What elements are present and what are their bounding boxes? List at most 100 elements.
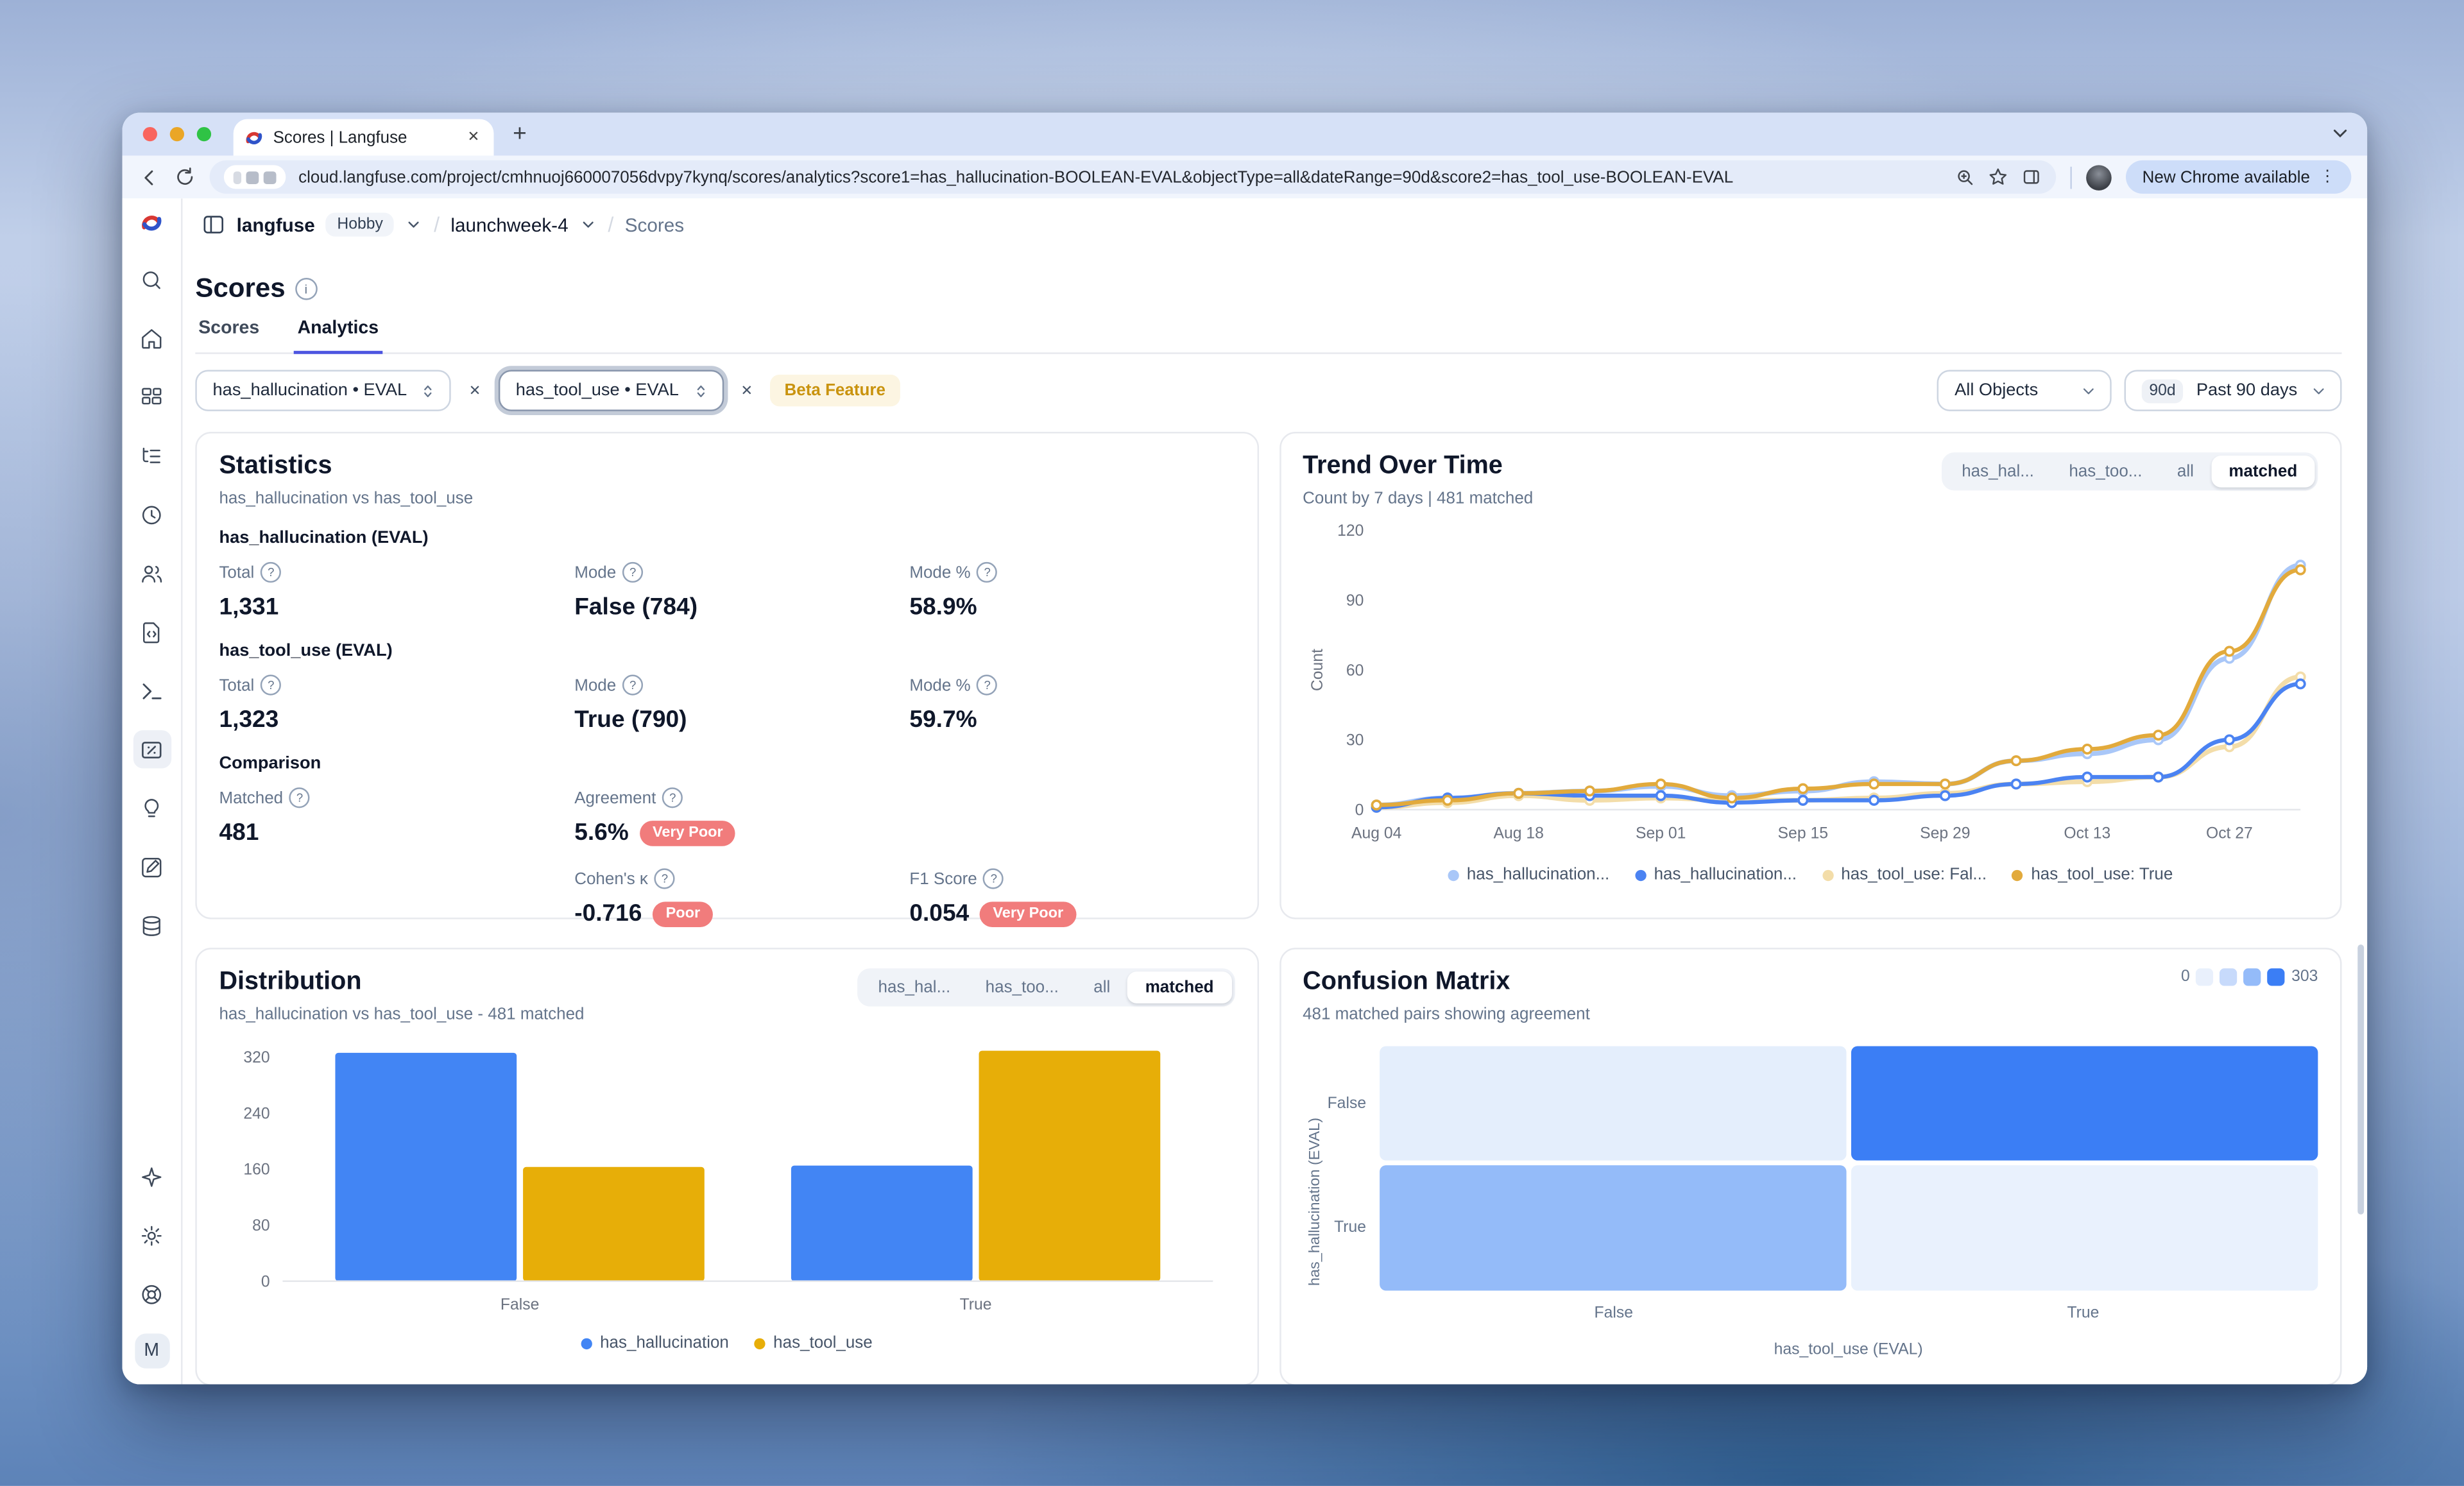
- segment-all[interactable]: all: [1076, 971, 1127, 1003]
- help-icon[interactable]: ?: [977, 562, 998, 583]
- sidebar-item-support[interactable]: [133, 1275, 171, 1313]
- profile-avatar[interactable]: [2087, 164, 2112, 190]
- tab-scores[interactable]: Scores: [195, 319, 262, 352]
- bookmark-star-icon[interactable]: [1989, 167, 2009, 187]
- legend-item[interactable]: has_hallucination...: [1448, 865, 1609, 884]
- help-icon[interactable]: ?: [261, 562, 281, 583]
- sidebar-item-evals[interactable]: [133, 789, 171, 827]
- stat-section-comparison: Comparison Matched? 481 Agreement? 5.6%V…: [219, 754, 1234, 927]
- minimize-window-button[interactable]: [170, 127, 184, 141]
- remove-score2-button[interactable]: ✕: [736, 382, 758, 399]
- tab-group-chip[interactable]: [224, 165, 286, 189]
- confusion-cell-false-true[interactable]: [1851, 1046, 2318, 1161]
- user-avatar[interactable]: M: [134, 1333, 169, 1368]
- org-chevron-icon[interactable]: [406, 216, 423, 233]
- sidebar-item-tracing[interactable]: [133, 436, 171, 474]
- date-range-select[interactable]: 90d Past 90 days: [2124, 370, 2342, 411]
- svg-text:Sep 15: Sep 15: [1777, 824, 1827, 842]
- app-sidebar: M: [123, 198, 183, 1384]
- browser-tab[interactable]: Scores | Langfuse ✕: [234, 119, 494, 156]
- rating-badge: Very Poor: [640, 820, 735, 846]
- sidebar-item-datasets[interactable]: [133, 907, 171, 944]
- object-type-select[interactable]: All Objects: [1937, 370, 2111, 411]
- legend-item[interactable]: has_hallucination...: [1635, 865, 1797, 884]
- remove-score1-button[interactable]: ✕: [464, 382, 486, 399]
- row-label-true: True: [1326, 1165, 1379, 1290]
- legend-item[interactable]: has_tool_use: Fal...: [1822, 865, 1987, 884]
- help-icon[interactable]: ?: [654, 868, 675, 889]
- close-window-button[interactable]: [143, 127, 157, 141]
- maximize-window-button[interactable]: [197, 127, 211, 141]
- sidebar-item-playground[interactable]: [133, 672, 171, 710]
- segment-all[interactable]: all: [2160, 456, 2211, 487]
- confusion-subtitle: 481 matched pairs showing agreement: [1303, 1005, 1590, 1024]
- tab-search-chevron-icon[interactable]: [2329, 123, 2352, 145]
- confusion-cell-false-false[interactable]: [1379, 1046, 1846, 1161]
- sidebar-item-sessions[interactable]: [133, 495, 171, 533]
- url-text[interactable]: cloud.langfuse.com/project/cmhnuoj660007…: [298, 167, 1944, 187]
- confusion-cell-true-false[interactable]: [1379, 1165, 1846, 1290]
- confusion-cell-true-true[interactable]: [1851, 1165, 2318, 1290]
- sidebar-item-settings[interactable]: [133, 1216, 171, 1254]
- beta-feature-badge: Beta Feature: [770, 375, 900, 406]
- segment-matched[interactable]: matched: [1127, 971, 1231, 1003]
- segment-has-too[interactable]: has_too...: [968, 971, 1076, 1003]
- sidebar-item-scores[interactable]: [133, 730, 171, 768]
- address-bar[interactable]: cloud.langfuse.com/project/cmhnuoj660007…: [210, 160, 2057, 194]
- help-icon[interactable]: ?: [984, 868, 1004, 889]
- breadcrumb-separator: /: [434, 213, 440, 237]
- sidebar-toggle-icon[interactable]: [201, 213, 225, 237]
- sidebar-item-dashboards[interactable]: [133, 378, 171, 416]
- sidebar-item-home[interactable]: [133, 319, 171, 357]
- tab-analytics[interactable]: Analytics: [295, 319, 382, 354]
- segment-matched[interactable]: matched: [2211, 456, 2314, 487]
- trend-chart: 0306090120CountAug 04Aug 18Sep 01Sep 15S…: [1303, 515, 2325, 851]
- sidebar-item-search[interactable]: [133, 260, 171, 298]
- langfuse-logo[interactable]: [140, 211, 164, 235]
- sidebar-item-whats-new[interactable]: [133, 1157, 171, 1195]
- legend-item[interactable]: has_tool_use: [754, 1333, 872, 1353]
- trend-segmented-control: has_hal... has_too... all matched: [1941, 452, 2318, 490]
- chevron-down-icon: [2080, 382, 2097, 399]
- legend-item[interactable]: has_hallucination: [581, 1333, 728, 1353]
- sidebar-item-prompts[interactable]: [133, 613, 171, 651]
- new-chrome-button[interactable]: New Chrome available ⋮: [2126, 160, 2351, 194]
- window-controls: [123, 127, 234, 141]
- toolbar-divider: [2071, 166, 2072, 189]
- info-icon[interactable]: i: [295, 278, 317, 300]
- breadcrumb-project[interactable]: launchweek-4: [450, 214, 568, 236]
- plan-badge: Hobby: [326, 213, 394, 237]
- project-chevron-icon[interactable]: [579, 216, 597, 233]
- svg-text:Oct 27: Oct 27: [2205, 824, 2252, 842]
- help-icon[interactable]: ?: [662, 787, 683, 808]
- segment-has-hal[interactable]: has_hal...: [1944, 456, 2051, 487]
- help-icon[interactable]: ?: [622, 675, 643, 696]
- legend-dot: [754, 1338, 765, 1349]
- zoom-icon[interactable]: [1956, 167, 1976, 187]
- help-icon[interactable]: ?: [622, 562, 643, 583]
- help-icon[interactable]: ?: [261, 675, 281, 696]
- side-panel-icon[interactable]: [2022, 167, 2042, 187]
- trend-title: Trend Over Time: [1303, 452, 1533, 481]
- sidebar-item-users[interactable]: [133, 554, 171, 592]
- scrollbar[interactable]: [2357, 944, 2364, 1215]
- distribution-subtitle: has_hallucination vs has_tool_use - 481 …: [219, 1005, 584, 1024]
- legend-dot: [2012, 869, 2023, 880]
- col-label-false: False: [1379, 1305, 1849, 1322]
- page-title: Scores: [195, 273, 285, 305]
- back-icon[interactable]: [138, 166, 160, 189]
- score1-select[interactable]: has_hallucination • EVAL: [195, 370, 451, 411]
- tab-close-icon[interactable]: ✕: [465, 128, 483, 146]
- breadcrumb-org[interactable]: langfuse: [237, 214, 315, 236]
- browser-menu-icon[interactable]: ⋮: [2320, 168, 2336, 185]
- score2-select[interactable]: has_tool_use • EVAL: [499, 370, 724, 411]
- legend-item[interactable]: has_tool_use: True: [2012, 865, 2173, 884]
- new-tab-button[interactable]: +: [513, 123, 527, 146]
- segment-has-too[interactable]: has_too...: [2051, 456, 2160, 487]
- svg-text:320: 320: [243, 1049, 270, 1066]
- segment-has-hal[interactable]: has_hal...: [860, 971, 968, 1003]
- help-icon[interactable]: ?: [977, 675, 998, 696]
- help-icon[interactable]: ?: [289, 787, 310, 808]
- reload-icon[interactable]: [175, 167, 195, 187]
- sidebar-item-annotations[interactable]: [133, 848, 171, 885]
